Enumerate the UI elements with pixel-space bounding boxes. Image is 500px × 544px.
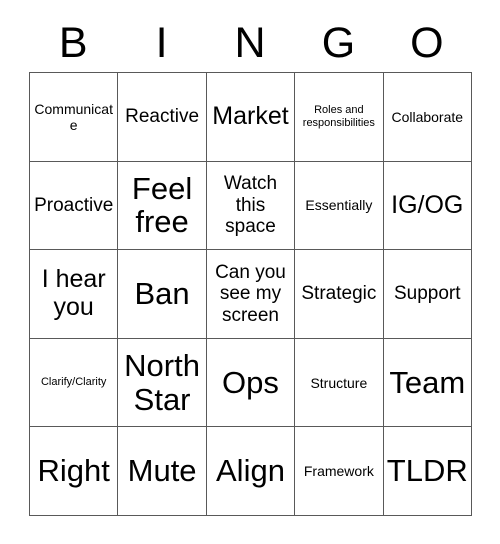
bingo-cell[interactable]: Market [205,72,296,162]
bingo-cell-label: Communicate [34,100,113,133]
bingo-cell-label: Roles and responsibilities [302,104,375,129]
bingo-cell[interactable]: Roles and responsibilities [294,72,384,162]
bingo-cell[interactable]: Mute [117,426,207,516]
bingo-cell[interactable]: Proactive [28,160,119,251]
bingo-cell-label: IG/OG [391,190,464,219]
bingo-cell[interactable]: Essentially [294,160,384,251]
bingo-cell-label: I hear you [41,265,106,321]
bingo-cell-label: Support [393,283,461,305]
bingo-cell[interactable]: Communicate [28,72,119,162]
bingo-cell-label: Essentially [305,197,373,214]
bingo-cell-label: Clarify/Clarity [40,376,107,389]
bingo-cell[interactable]: IG/OG [382,160,472,251]
bingo-cell-label: Feel free [131,170,193,240]
bingo-cell-label: Mute [127,453,197,489]
bingo-cell[interactable]: North Star [117,337,207,428]
bingo-cell[interactable]: Watch this space [205,160,296,251]
bingo-header-letter-b: B [58,18,88,67]
bingo-cell[interactable]: I hear you [28,249,119,339]
bingo-header-row: B I N G O [29,0,471,72]
bingo-cell-label: Collaborate [391,108,464,125]
bingo-cell-label: Align [216,453,285,489]
bingo-row: I hear you Ban Can you see my screen Str… [28,249,472,339]
bingo-cell-label: Framework [303,463,374,480]
bingo-cell[interactable]: Clarify/Clarity [28,337,119,428]
bingo-cell-label: Can you see my screen [215,262,286,326]
bingo-cell[interactable]: Can you see my screen [205,249,296,339]
bingo-cell[interactable]: TLDR [382,426,472,516]
bingo-cell[interactable]: Support [382,249,472,339]
bingo-row: Communicate Reactive Market Roles and re… [28,72,472,162]
bingo-cell[interactable]: Structure [294,337,384,428]
bingo-header-letter-g: G [321,18,356,67]
bingo-cell-label: TLDR [386,453,468,489]
bingo-cell-label: Proactive [34,194,114,216]
bingo-cell-label: Strategic [301,283,377,305]
bingo-header-letter-i: I [155,18,168,67]
bingo-row: Clarify/Clarity North Star Ops Structure… [28,337,472,428]
bingo-cell[interactable]: Align [205,426,296,516]
bingo-cell-label: Market [212,102,289,131]
bingo-grid: Communicate Reactive Market Roles and re… [28,72,472,516]
bingo-cell-label: Watch this space [223,173,278,238]
bingo-cell[interactable]: Right [28,426,119,516]
bingo-cell[interactable]: Team [382,337,472,428]
bingo-cell-label: Structure [310,374,368,391]
bingo-row: Right Mute Align Framework TLDR [28,426,472,516]
bingo-header-letter-n: N [234,18,266,67]
bingo-cell-label: Right [37,453,110,489]
bingo-cell-label: North Star [124,348,200,417]
bingo-header-letter-o: O [410,18,444,67]
bingo-cell[interactable]: Reactive [117,72,207,162]
bingo-cell[interactable]: Ops [205,337,296,428]
bingo-cell-label: Team [389,364,466,400]
bingo-row: Proactive Feel free Watch this space Ess… [28,160,472,251]
bingo-cell-label: Ban [134,276,190,312]
bingo-cell-label: Reactive [125,106,200,128]
bingo-cell[interactable]: Framework [294,426,384,516]
bingo-cell[interactable]: Ban [117,249,207,339]
bingo-cell[interactable]: Strategic [294,249,384,339]
bingo-cell-label: Ops [222,364,279,400]
bingo-cell[interactable]: Feel free [117,160,207,251]
bingo-card: B I N G O Communicate Reactive Market Ro… [28,0,472,516]
bingo-cell[interactable]: Collaborate [382,72,472,162]
